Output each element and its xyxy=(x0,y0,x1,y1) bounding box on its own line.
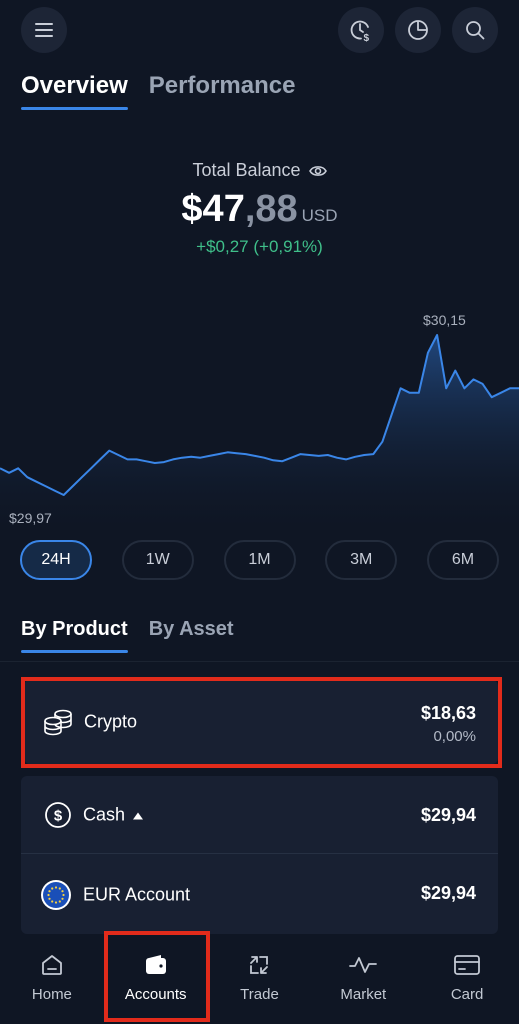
balance-currency: USD xyxy=(301,206,338,225)
menu-button[interactable] xyxy=(21,7,67,53)
range-1m-button[interactable]: 1M xyxy=(223,540,296,580)
time-range-selector: 24H 1W 1M 3M 6M xyxy=(20,540,499,580)
nav-home-label: Home xyxy=(31,986,72,1003)
range-6m-button[interactable]: 6M xyxy=(427,540,499,580)
range-24h-button[interactable]: 24H xyxy=(20,540,92,580)
search-icon xyxy=(466,21,485,40)
row-divider xyxy=(21,853,498,854)
range-1w-button[interactable]: 1W xyxy=(121,540,194,580)
transactions-button[interactable]: $ xyxy=(338,7,384,53)
dollar-circle-icon: $ xyxy=(42,799,74,831)
balance-integer: $47 xyxy=(181,188,245,230)
nav-trade-label: Trade xyxy=(240,986,279,1003)
range-3m-button[interactable]: 3M xyxy=(325,540,398,580)
trade-arrows-icon xyxy=(250,956,269,974)
product-row-cash[interactable]: $ Cash $29,94 xyxy=(21,776,498,854)
chart-low-label: $29,97 xyxy=(9,510,52,526)
view-tabs: Overview Performance xyxy=(21,72,295,110)
balance-decimal: ,88 xyxy=(244,188,298,230)
pie-chart-icon xyxy=(408,20,428,40)
search-button[interactable] xyxy=(452,7,498,53)
tabs-divider xyxy=(0,661,519,662)
svg-text:$: $ xyxy=(364,33,370,43)
accounts-highlight-box xyxy=(104,931,210,1022)
nav-home[interactable]: Home xyxy=(0,934,104,1024)
nav-trade[interactable]: Trade xyxy=(208,934,312,1024)
pulse-icon xyxy=(349,957,378,973)
caret-up-icon[interactable] xyxy=(133,811,144,819)
top-bar: $ xyxy=(0,0,519,56)
chart-area-fill xyxy=(0,335,519,540)
total-balance-label: Total Balance xyxy=(192,160,301,180)
nav-card[interactable]: Card xyxy=(415,934,519,1024)
product-name-eur-account: EUR Account xyxy=(83,884,191,905)
balance-change: +$0,27 (+0,91%) xyxy=(196,237,323,256)
breakdown-tabs: By Product By Asset xyxy=(21,618,234,653)
allocation-button[interactable] xyxy=(395,7,441,53)
eye-icon[interactable] xyxy=(308,164,327,178)
eu-flag-icon xyxy=(40,879,72,911)
total-balance-amount: $47,88 USD xyxy=(0,188,519,231)
card-icon xyxy=(454,955,480,975)
nav-market-label: Market xyxy=(340,986,387,1003)
crypto-highlight-box xyxy=(21,677,502,768)
nav-card-label: Card xyxy=(450,986,484,1003)
svg-text:$: $ xyxy=(54,808,63,825)
balance-chart[interactable] xyxy=(0,300,519,540)
tab-by-product[interactable]: By Product xyxy=(21,618,128,653)
chart-high-label: $30,15 xyxy=(423,312,466,328)
nav-market[interactable]: Market xyxy=(311,934,415,1024)
tab-overview[interactable]: Overview xyxy=(21,72,128,110)
tab-performance[interactable]: Performance xyxy=(149,72,296,110)
product-amount-cash: $29,94 xyxy=(420,805,476,825)
clock-dollar-icon: $ xyxy=(350,20,370,43)
product-group-cash: $ Cash $29,94 EUR Account $29,94 xyxy=(21,776,498,934)
product-row-eur-account[interactable]: EUR Account $29,94 xyxy=(21,856,498,934)
home-icon xyxy=(41,955,62,975)
tab-by-asset[interactable]: By Asset xyxy=(149,618,234,653)
product-amount-eur-account: $29,94 xyxy=(420,883,476,903)
product-name-cash: Cash xyxy=(83,804,126,825)
bottom-navigation: Home Accounts Trade Market Card xyxy=(0,934,519,1024)
total-balance-label-row: Total Balance xyxy=(0,160,519,181)
menu-icon xyxy=(35,23,53,37)
product-name-cash-row: Cash xyxy=(83,804,144,826)
